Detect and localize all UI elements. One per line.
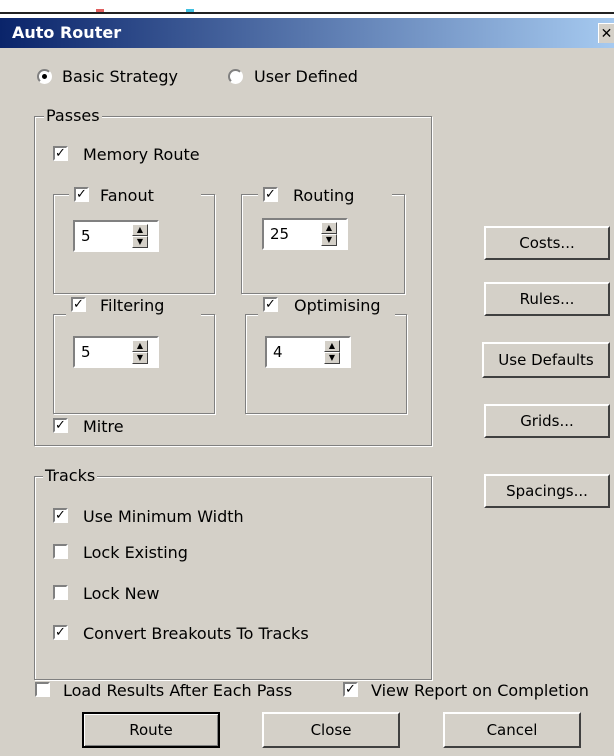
routing-value: 25 [270,225,290,243]
fanout-spinner[interactable]: 5 ▲ ▼ [73,220,159,252]
radio-user-defined[interactable] [228,69,243,88]
lock-new-checkbox[interactable] [53,585,68,600]
radio-indicator-selected [37,69,52,84]
cancel-button[interactable]: Cancel [443,712,581,748]
close-button[interactable]: Close [262,712,400,748]
radio-basic-strategy[interactable] [37,69,52,88]
check-icon: ✓ [265,187,276,202]
spin-up-button[interactable]: ▲ [132,340,148,352]
mitre-checkbox[interactable]: ✓ [53,418,68,433]
use-defaults-button[interactable]: Use Defaults [482,342,610,378]
check-icon: ✓ [55,625,66,640]
memory-route-label: Memory Route [83,145,200,164]
route-button[interactable]: Route [82,712,220,748]
spin-down-button[interactable]: ▼ [324,352,340,364]
costs-button[interactable]: Costs... [484,226,610,260]
radio-indicator [228,69,243,84]
memory-route-checkbox[interactable]: ✓ [53,146,68,161]
close-icon: ✕ [600,26,613,42]
arrow-up-icon: ▲ [136,225,144,234]
optimising-label: Optimising [294,296,381,315]
view-report-checkbox[interactable]: ✓ [343,682,358,697]
fanout-label: Fanout [100,186,154,205]
filtering-value: 5 [81,343,91,361]
spin-up-button[interactable]: ▲ [132,224,148,236]
check-icon: ✓ [55,146,66,161]
routing-label: Routing [293,186,355,205]
check-icon: ✓ [265,297,276,312]
lock-existing-label: Lock Existing [83,543,188,562]
spin-down-button[interactable]: ▼ [132,236,148,248]
background-strip [0,0,614,18]
spacings-button[interactable]: Spacings... [484,474,610,508]
basic-strategy-label: Basic Strategy [62,67,178,86]
passes-group-title: Passes [44,106,102,125]
routing-spinner[interactable]: 25 ▲ ▼ [262,218,348,250]
optimising-checkbox[interactable]: ✓ [263,297,278,312]
check-icon: ✓ [55,418,66,433]
title-bar: Auto Router ✕ [0,18,614,48]
rules-button[interactable]: Rules... [484,282,610,316]
lock-new-label: Lock New [83,584,160,603]
load-results-checkbox[interactable] [35,682,50,697]
fanout-checkbox[interactable]: ✓ [74,187,89,202]
strip-marker [96,9,104,12]
strip-marker [186,9,194,12]
arrow-up-icon: ▲ [136,341,144,350]
optimising-value: 4 [273,343,283,361]
mitre-label: Mitre [83,417,124,436]
spin-down-button[interactable]: ▼ [132,352,148,364]
filtering-spinner[interactable]: 5 ▲ ▼ [73,336,159,368]
use-minimum-width-checkbox[interactable]: ✓ [53,508,68,523]
check-icon: ✓ [345,682,356,697]
convert-breakouts-label: Convert Breakouts To Tracks [83,624,309,643]
view-report-label: View Report on Completion [371,681,589,700]
spin-up-button[interactable]: ▲ [321,222,337,234]
lock-existing-checkbox[interactable] [53,544,68,559]
filtering-label: Filtering [100,296,165,315]
arrow-up-icon: ▲ [325,223,333,232]
optimising-spinner[interactable]: 4 ▲ ▼ [265,336,351,368]
fanout-legend: ✓ Fanout [69,186,201,206]
arrow-up-icon: ▲ [328,341,336,350]
routing-checkbox[interactable]: ✓ [263,187,278,202]
strip-line [0,12,614,14]
filtering-checkbox[interactable]: ✓ [71,297,86,312]
close-window-button[interactable]: ✕ [598,23,614,43]
optimising-legend: ✓ Optimising [258,296,395,316]
dialog-title: Auto Router [12,23,122,42]
spin-up-button[interactable]: ▲ [324,340,340,352]
check-icon: ✓ [55,508,66,523]
arrow-down-icon: ▼ [325,235,333,244]
grids-button[interactable]: Grids... [484,404,610,438]
routing-legend: ✓ Routing [258,186,392,206]
spin-down-button[interactable]: ▼ [321,234,337,246]
load-results-label: Load Results After Each Pass [63,681,293,700]
arrow-down-icon: ▼ [136,237,144,246]
auto-router-dialog: Auto Router ✕ Basic Strategy User Define… [0,18,614,756]
user-defined-label: User Defined [254,67,358,86]
arrow-down-icon: ▼ [136,353,144,362]
fanout-value: 5 [81,227,91,245]
tracks-group-title: Tracks [43,466,98,485]
check-icon: ✓ [76,187,87,202]
arrow-down-icon: ▼ [328,353,336,362]
check-icon: ✓ [73,297,84,312]
filtering-legend: ✓ Filtering [66,296,201,316]
convert-breakouts-checkbox[interactable]: ✓ [53,625,68,640]
use-minimum-width-label: Use Minimum Width [83,507,244,526]
